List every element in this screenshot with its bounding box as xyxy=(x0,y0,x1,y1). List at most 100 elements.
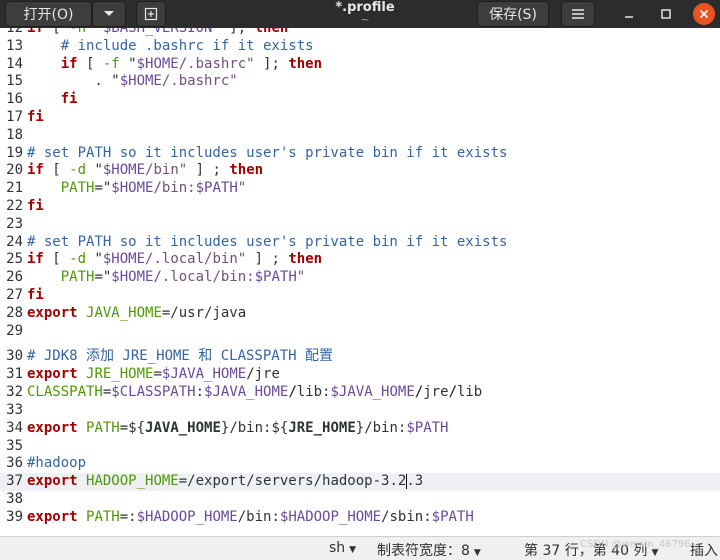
code-token: export xyxy=(27,304,78,321)
code-token: }/bin:${ xyxy=(220,419,289,436)
code-token: " ]; xyxy=(212,28,255,36)
line-number: 25 xyxy=(6,251,23,268)
language-selector[interactable]: sh ▼ xyxy=(329,540,356,556)
code-line[interactable]: 23 xyxy=(0,216,720,234)
code-line[interactable]: 26 PATH="$HOME/.local/bin:$PATH" xyxy=(0,269,720,287)
code-token: JRE_HOME xyxy=(288,419,356,436)
close-button[interactable] xyxy=(693,3,715,25)
line-number: 37 xyxy=(6,473,23,490)
code-text: if [ -d "$HOME/bin" ] ; then xyxy=(23,162,263,180)
line-number: 36 xyxy=(6,455,23,472)
code-token: $HOME xyxy=(119,73,162,90)
code-text: # set PATH so it includes user's private… xyxy=(23,234,507,252)
line-number: 13 xyxy=(6,37,23,54)
code-line[interactable]: 21 PATH="$HOME/bin:$PATH" xyxy=(0,180,720,198)
code-line[interactable]: 15 . "$HOME/.bashrc" xyxy=(0,73,720,91)
code-line[interactable]: 34 export PATH=${JAVA_HOME}/bin:${JRE_HOM… xyxy=(0,420,720,438)
line-number: 34 xyxy=(6,419,23,436)
code-line[interactable]: 29 xyxy=(0,323,720,341)
code-token: CLASSPATH xyxy=(27,384,103,401)
code-line[interactable]: 22 fi xyxy=(0,198,720,216)
code-token: $CLASSPATH xyxy=(111,384,196,401)
code-token: /bin: xyxy=(153,180,196,197)
close-icon xyxy=(699,9,709,19)
code-line[interactable]: 37 export HADOOP_HOME=/export/servers/had… xyxy=(0,473,720,491)
line-number: 23 xyxy=(6,215,23,232)
code-token: -d xyxy=(69,162,87,179)
code-token: /.bashrc" xyxy=(178,55,255,72)
code-token: JAVA_HOME xyxy=(145,419,221,436)
watermark: CSDN @weixin_46796 xyxy=(580,539,691,550)
code-text: export JRE_HOME=$JAVA_HOME/jre xyxy=(23,366,280,384)
hamburger-menu-icon xyxy=(572,9,584,19)
open-button[interactable]: 打开(O) xyxy=(5,1,92,27)
code-line[interactable]: 33 xyxy=(0,402,720,420)
code-line[interactable]: 35 xyxy=(0,438,720,456)
triangle-down-icon: ▼ xyxy=(349,545,357,555)
code-line[interactable]: 24 # set PATH so it includes user's priva… xyxy=(0,234,720,252)
code-line[interactable]: 13 # include .bashrc if it exists xyxy=(0,38,720,56)
code-line[interactable]: 28 export JAVA_HOME=/usr/java xyxy=(0,305,720,323)
maximize-icon xyxy=(661,9,671,19)
code-line[interactable]: 25 if [ -d "$HOME/.local/bin" ] ; then xyxy=(0,251,720,269)
code-line[interactable]: 31 export JRE_HOME=$JAVA_HOME/jre xyxy=(0,366,720,384)
code-token: ] ; xyxy=(187,162,230,179)
new-tab-button[interactable] xyxy=(136,1,166,27)
code-line[interactable]: 36 #hadoop xyxy=(0,455,720,473)
code-token: [ xyxy=(43,162,70,179)
code-text: #hadoop xyxy=(23,455,86,473)
line-number: 27 xyxy=(6,286,23,303)
code-token: /.bashrc" xyxy=(161,73,238,90)
code-token: JAVA_HOME xyxy=(86,304,162,321)
code-line[interactable]: 27 fi xyxy=(0,287,720,305)
code-line[interactable]: 30 # JDK8 添加 JRE_HOME 和 CLASSPATH 配置 xyxy=(0,340,720,366)
code-text: # include .bashrc if it exists xyxy=(23,38,314,56)
code-line[interactable]: 38 xyxy=(0,491,720,509)
language-label: sh xyxy=(329,540,346,556)
code-text: if [ -d "$HOME/.local/bin" ] ; then xyxy=(23,251,322,269)
code-line[interactable]: 19 # set PATH so it includes user's priva… xyxy=(0,145,720,163)
code-token: =" xyxy=(94,180,112,197)
code-token: lib: xyxy=(296,384,331,401)
code-token: PATH xyxy=(86,419,120,436)
code-line[interactable]: 18 xyxy=(0,127,720,145)
code-line[interactable]: 32 CLASSPATH=$CLASSPATH:$JAVA_HOME/lib:$J… xyxy=(0,384,720,402)
code-token: /sbin: xyxy=(381,508,432,525)
code-token: export xyxy=(27,419,78,436)
code-line[interactable]: 16 fi xyxy=(0,91,720,109)
maximize-button[interactable] xyxy=(655,3,677,25)
code-line[interactable]: 14 if [ -f "$HOME/.bashrc" ]; then xyxy=(0,56,720,74)
code-text: fi xyxy=(23,91,78,109)
open-menu-button[interactable] xyxy=(92,1,126,27)
code-token: " xyxy=(237,180,247,197)
line-number: 18 xyxy=(6,126,23,143)
code-token: $JAVA_HOME xyxy=(330,384,415,401)
code-token: # JDK8 添加 JRE_HOME 和 CLASSPATH 配置 xyxy=(27,348,334,365)
code-text: fi xyxy=(23,287,44,305)
tab-width-label: 制表符宽度：8 xyxy=(377,543,470,559)
save-button[interactable]: 保存(S) xyxy=(477,1,549,27)
text-editor[interactable]: 12 if [ -n "$BASH_VERSION" ]; then 13 # in… xyxy=(0,28,720,536)
code-token: : xyxy=(195,384,205,401)
code-line[interactable]: 17 fi xyxy=(0,109,720,127)
code-text: fi xyxy=(23,198,44,216)
code-token: HADOOP_HOME xyxy=(86,473,179,490)
editor-lines: 12 if [ -n "$BASH_VERSION" ]; then 13 # in… xyxy=(0,28,720,527)
code-line[interactable]: 20 if [ -d "$HOME/bin" ] ; then xyxy=(0,162,720,180)
line-number: 38 xyxy=(6,490,23,507)
code-token: [ xyxy=(77,55,103,72)
code-token: # include .bashrc if it exists xyxy=(60,37,314,54)
code-line[interactable]: 39 export PATH=:$HADOOP_HOME/bin:$HADOOP_… xyxy=(0,509,720,527)
menu-button[interactable] xyxy=(561,1,595,27)
code-token: export xyxy=(27,366,78,383)
code-token: / xyxy=(448,384,457,401)
tab-width-selector[interactable]: 制表符宽度：8 ▼ xyxy=(377,540,481,560)
header-bar: 打开(O) *.profile ~ 保存(S) xyxy=(0,0,720,28)
code-token: / xyxy=(414,384,424,401)
code-token: =/export/servers/hadoop-3.2 xyxy=(178,473,407,490)
code-line[interactable]: 12 if [ -n "$BASH_VERSION" ]; then xyxy=(0,28,720,38)
minimize-button[interactable] xyxy=(618,3,640,25)
